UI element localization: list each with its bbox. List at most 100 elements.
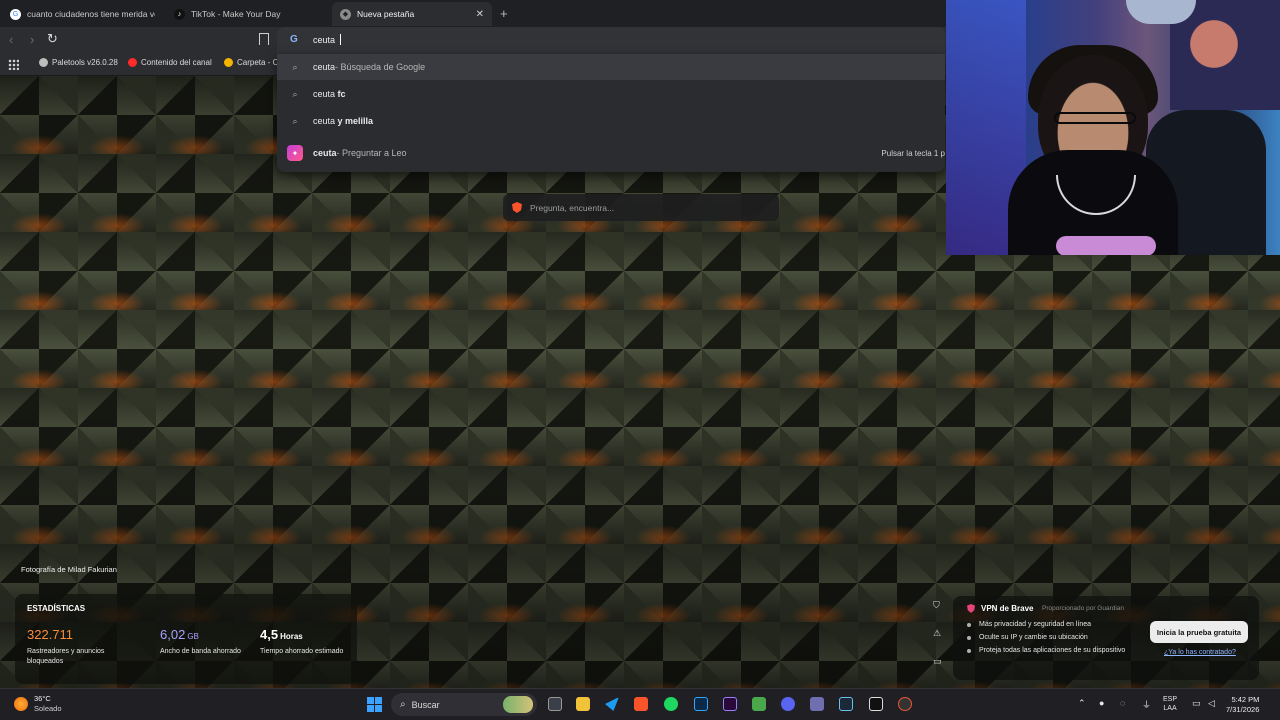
suggestion-item[interactable]: ⌕ ceuta y melilla: [277, 108, 945, 134]
bookmark-folder[interactable]: Carpeta - C: [224, 58, 278, 67]
forward-icon[interactable]: ›: [30, 32, 34, 47]
stat-bandwidth: 6,02 GB Ancho de banda ahorrado: [160, 626, 250, 657]
omnibox-suggestions: ⌕ ceuta - Búsqueda de Google ⌕ ceuta fc …: [277, 53, 945, 172]
stat-value: 322.711: [27, 627, 74, 642]
google-icon: G: [290, 34, 298, 45]
bookmark-paletools[interactable]: Paletools v26.0.28: [39, 58, 118, 67]
task-view-icon[interactable]: [548, 697, 562, 711]
vpn-title: VPN de Brave: [967, 604, 1033, 613]
brave-icon[interactable]: [634, 697, 648, 711]
bookmark-youtube-studio[interactable]: Contenido del canal: [128, 58, 212, 67]
suggestion-query: ceuta: [313, 62, 336, 72]
tab-title: Nueva pestaña: [357, 9, 415, 19]
search-icon: ⌕: [292, 115, 298, 126]
bookmark-label: Contenido del canal: [141, 58, 212, 67]
vpn-shield-icon: [967, 604, 975, 613]
vpn-feature: Proteja todas las aplicaciones de su dis…: [967, 647, 1125, 654]
search-icon: ⌕: [400, 699, 406, 710]
taskbar-search[interactable]: ⌕ Buscar: [391, 693, 537, 716]
search-icon: ⌕: [292, 88, 298, 99]
tab-google-search[interactable]: G cuanto ciudadenos tiene merida vene: [2, 2, 162, 26]
app-tray-icon[interactable]: ◌: [1120, 698, 1125, 708]
photoshop-icon[interactable]: [694, 697, 708, 711]
microphone-icon[interactable]: ⏚: [1142, 698, 1151, 711]
reload-icon[interactable]: ↻: [47, 31, 58, 47]
suggestion-suffix: - Preguntar a Leo: [336, 148, 407, 158]
stat-unit: GB: [187, 632, 199, 641]
start-trial-button[interactable]: Inicia la prueba gratuita: [1150, 621, 1248, 643]
address-value: ceuta: [313, 35, 338, 45]
keyboard-layout: LAA: [1163, 705, 1177, 712]
tab-new-tab[interactable]: ◆ Nueva pestaña ✕: [332, 2, 492, 26]
suggestion-completion: fc: [337, 89, 346, 99]
suggestion-completion: y melilla: [337, 116, 374, 126]
text-caret: [339, 34, 341, 45]
network-icon[interactable]: ▭: [1192, 698, 1201, 709]
apps-grid-icon[interactable]: [8, 59, 19, 70]
file-explorer-icon[interactable]: [576, 697, 590, 711]
tab-tiktok[interactable]: ♪ TikTok - Make Your Day: [166, 2, 332, 26]
weather-widget[interactable]: 36°C Soleado: [14, 694, 62, 714]
suggestion-suffix: - Búsqueda de Google: [335, 62, 426, 72]
weather-desc: Soleado: [34, 704, 62, 713]
stat-desc: Ancho de banda ahorrado: [160, 648, 241, 655]
language-code: ESP: [1163, 696, 1178, 703]
media-icon[interactable]: ●: [1099, 698, 1104, 708]
suggestion-item-leo[interactable]: ✦ ceuta - Preguntar a Leo Pulsar la tecl…: [277, 140, 945, 166]
address-bar[interactable]: G ceuta: [277, 27, 945, 53]
bookmark-icon[interactable]: [259, 33, 269, 45]
bookmark-label: Paletools v26.0.28: [52, 58, 118, 67]
suggestion-item[interactable]: ⌕ ceuta fc: [277, 81, 945, 107]
volume-icon[interactable]: ◁: [1208, 698, 1215, 709]
telegram-icon[interactable]: [605, 697, 619, 711]
premiere-icon[interactable]: [723, 697, 737, 711]
suggestion-item[interactable]: ⌕ ceuta - Búsqueda de Google: [277, 54, 945, 80]
start-button[interactable]: [367, 697, 382, 712]
tiktok-icon: ♪: [174, 8, 185, 20]
input-language[interactable]: ESP LAA: [1163, 695, 1177, 713]
brave-icon: ◆: [340, 8, 351, 20]
capcut-icon[interactable]: [869, 697, 883, 711]
paletools-icon: [39, 58, 48, 67]
tab-title: cuanto ciudadenos tiene merida vene: [27, 9, 155, 19]
minecraft-icon[interactable]: [752, 697, 766, 711]
vpn-feature: Oculte su IP y cambie su ubicación: [967, 634, 1088, 641]
steam-icon[interactable]: [839, 697, 853, 711]
spotify-icon[interactable]: [664, 697, 678, 711]
already-subscribed-link[interactable]: ¿Ya lo has contratado?: [1164, 649, 1236, 656]
gamepad-icon[interactable]: [810, 697, 824, 711]
card-icon[interactable]: ▭: [933, 656, 942, 667]
stat-desc: Rastreadores y anuncios bloqueados: [27, 648, 105, 665]
address-input[interactable]: ceuta: [313, 34, 341, 45]
photo-credit[interactable]: Fotografía de Milad Fakurian: [21, 565, 117, 574]
keyboard-hint: Pulsar la tecla 1 p: [881, 148, 945, 158]
close-icon[interactable]: ✕: [476, 9, 484, 20]
stats-panel: ESTADÍSTICAS 322.711 Rastreadores y anun…: [15, 594, 357, 684]
tab-title: TikTok - Make Your Day: [191, 9, 281, 19]
taskbar: 36°C Soleado ⌕ Buscar ⌃ ● ◌ ⏚ ESP LAA ▭ …: [0, 688, 1280, 720]
weather-temp: 36°C: [34, 694, 51, 703]
discord-icon[interactable]: [781, 697, 795, 711]
new-tab-button[interactable]: +: [500, 6, 508, 21]
shield-icon[interactable]: ⛉: [933, 600, 940, 611]
back-icon[interactable]: ‹: [9, 32, 13, 47]
stat-desc: Tiempo ahorrado estimado: [260, 648, 344, 655]
screen: G cuanto ciudadenos tiene merida vene ♪ …: [0, 0, 1280, 720]
vpn-widget: VPN de Brave Proporcionado por Guardian …: [953, 596, 1259, 680]
vpn-feature: Más privacidad y seguridad en línea: [967, 621, 1091, 628]
search-highlight-art: [503, 696, 533, 713]
alert-icon[interactable]: ⚠: [933, 628, 941, 639]
search-widget-placeholder: Pregunta, encuentra...: [530, 202, 615, 213]
clock[interactable]: 5:42 PM 7/31/2026: [1226, 695, 1259, 715]
stat-value: 6,02: [160, 627, 186, 642]
stat-trackers: 322.711 Rastreadores y anuncios bloquead…: [27, 626, 117, 667]
recording-app-icon[interactable]: [898, 697, 912, 711]
glasses: [1054, 112, 1136, 124]
sun-icon: [14, 697, 28, 711]
bookmark-label: Carpeta - C: [237, 58, 279, 67]
chevron-up-icon[interactable]: ⌃: [1078, 698, 1086, 709]
suggestion-query: ceuta: [313, 148, 337, 158]
stat-value: 4,5: [260, 627, 279, 642]
search-widget[interactable]: Pregunta, encuentra...: [503, 194, 779, 221]
widget-switcher: ⛉ ⚠ ▭: [926, 596, 950, 680]
